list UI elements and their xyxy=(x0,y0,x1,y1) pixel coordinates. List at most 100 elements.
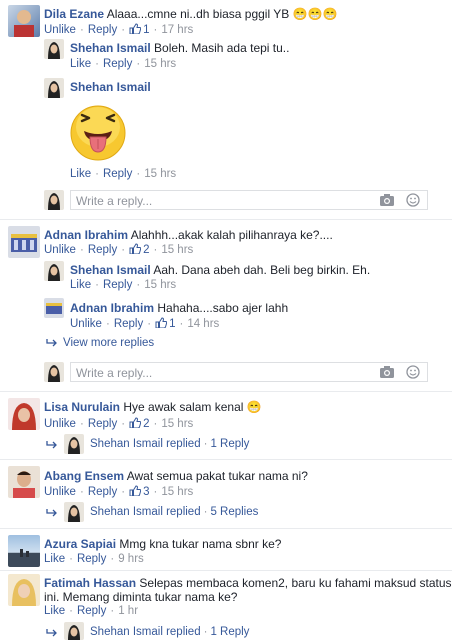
unlike-link[interactable]: Unlike xyxy=(44,418,76,430)
reply-arrow-icon xyxy=(46,509,57,517)
timestamp[interactable]: 15 hrs xyxy=(161,486,193,498)
timestamp[interactable]: 15 hrs xyxy=(161,244,193,256)
commenter-name[interactable]: Adnan Ibrahim xyxy=(44,228,128,242)
camera-icon[interactable] xyxy=(379,365,395,379)
comment-actions: Unlike · Reply · 2 · 15 hrs xyxy=(44,417,194,430)
unlike-link[interactable]: Unlike xyxy=(70,318,102,330)
avatar[interactable] xyxy=(8,466,40,498)
comment-text: Alaaa...cmne ni..dh biasa pggil YB 😁😁😁 xyxy=(106,7,338,21)
reply-body: Adnan Ibrahim Hahaha....sabo ajer lahh xyxy=(70,301,288,315)
reply-link[interactable]: Reply xyxy=(114,318,143,330)
like-link[interactable]: Like xyxy=(70,58,91,70)
reply-arrow-icon xyxy=(46,339,57,347)
unlike-link[interactable]: Unlike xyxy=(44,24,76,36)
reply-link[interactable]: Reply xyxy=(77,605,106,617)
avatar[interactable] xyxy=(44,78,64,98)
commenter-name[interactable]: Fatimah Hassan xyxy=(44,576,136,590)
comment-text: Alahhh...akak kalah pilihanraya ke?.... xyxy=(130,228,333,242)
like-thumb-icon[interactable] xyxy=(129,417,142,428)
commenter-name[interactable]: Lisa Nurulain xyxy=(44,400,120,414)
comment-text: Hye awak salam kenal 😁 xyxy=(123,400,262,414)
timestamp[interactable]: 14 hrs xyxy=(187,318,219,330)
reply-link[interactable]: Reply xyxy=(88,418,117,430)
like-link[interactable]: Like xyxy=(44,553,65,565)
avatar[interactable] xyxy=(8,535,40,567)
like-thumb-icon[interactable] xyxy=(129,23,142,34)
reply-input[interactable]: Write a reply... xyxy=(70,190,428,210)
reply-arrow-icon xyxy=(46,441,57,449)
avatar[interactable] xyxy=(8,226,40,258)
comment-body: Adnan Ibrahim Alahhh...akak kalah piliha… xyxy=(44,228,333,242)
avatar[interactable] xyxy=(8,5,40,37)
avatar[interactable] xyxy=(64,502,84,522)
commenter-name[interactable]: Azura Sapiai xyxy=(44,537,116,551)
timestamp[interactable]: 15 hrs xyxy=(144,168,176,180)
unlike-link[interactable]: Unlike xyxy=(44,486,76,498)
avatar[interactable] xyxy=(8,574,40,606)
reply-link[interactable]: Reply xyxy=(77,553,106,565)
reply-link[interactable]: Reply xyxy=(103,58,132,70)
emoji-icon[interactable] xyxy=(405,193,421,207)
like-thumb-icon[interactable] xyxy=(129,243,142,254)
timestamp[interactable]: 15 hrs xyxy=(144,58,176,70)
divider xyxy=(0,219,452,220)
commenter-name[interactable]: Adnan Ibrahim xyxy=(70,301,154,315)
comment-body: Fatimah Hassan Selepas membaca komen2, b… xyxy=(44,576,452,590)
comment-text-continued: ini. Memang diminta tukar nama ke? xyxy=(44,590,238,604)
comment-text: Aah. Dana abeh dah. Beli beg birkin. Eh. xyxy=(153,263,371,277)
unlike-link[interactable]: Unlike xyxy=(44,244,76,256)
reply-link[interactable]: Reply xyxy=(103,168,132,180)
replied-summary-link[interactable]: Shehan Ismail replied · 1 Reply xyxy=(90,438,249,450)
comment-actions: Like · Reply · 15 hrs xyxy=(70,168,177,180)
comment-body: Abang Ensem Awat semua pakat tukar nama … xyxy=(44,469,308,483)
commenter-name[interactable]: Shehan Ismail xyxy=(70,80,151,94)
commenter-name[interactable]: Abang Ensem xyxy=(44,469,124,483)
avatar[interactable] xyxy=(64,434,84,454)
comment-text: Hahaha....sabo ajer lahh xyxy=(157,301,289,315)
avatar xyxy=(44,362,64,382)
timestamp[interactable]: 15 hrs xyxy=(161,418,193,430)
comment-actions: Unlike · Reply · 1 · 17 hrs xyxy=(44,23,194,36)
replied-summary-link[interactable]: Shehan Ismail replied · 5 Replies xyxy=(90,506,258,518)
avatar xyxy=(44,190,64,210)
reply-link[interactable]: Reply xyxy=(103,279,132,291)
avatar[interactable] xyxy=(44,261,64,281)
comment-actions: Unlike · Reply · 3 · 15 hrs xyxy=(44,485,194,498)
reply-link[interactable]: Reply xyxy=(88,244,117,256)
divider xyxy=(0,570,452,571)
divider xyxy=(0,391,452,392)
tongue-face-sticker-icon xyxy=(70,97,126,166)
like-thumb-icon[interactable] xyxy=(155,317,168,328)
comment-actions: Like · Reply · 9 hrs xyxy=(44,553,144,565)
timestamp[interactable]: 9 hrs xyxy=(118,553,144,565)
commenter-name[interactable]: Shehan Ismail xyxy=(70,263,151,277)
reply-body: Shehan Ismail Aah. Dana abeh dah. Beli b… xyxy=(70,263,370,277)
view-more-replies-link[interactable]: View more replies xyxy=(63,337,154,349)
reply-arrow-icon xyxy=(46,629,57,637)
reply-link[interactable]: Reply xyxy=(88,486,117,498)
like-thumb-icon[interactable] xyxy=(129,485,142,496)
like-link[interactable]: Like xyxy=(70,279,91,291)
like-link[interactable]: Like xyxy=(44,605,65,617)
avatar[interactable] xyxy=(64,622,84,640)
reply-input[interactable]: Write a reply... xyxy=(70,362,428,382)
comment-actions: Like · Reply · 1 hr xyxy=(44,605,139,617)
comment-text: Boleh. Masih ada tepi tu.. xyxy=(154,41,290,55)
reply-link[interactable]: Reply xyxy=(88,24,117,36)
comment-actions: Like · Reply · 15 hrs xyxy=(70,279,177,291)
commenter-name[interactable]: Shehan Ismail xyxy=(70,41,151,55)
commenter-name[interactable]: Dila Ezane xyxy=(44,7,104,21)
emoji-icon[interactable] xyxy=(405,365,421,379)
comment-actions: Unlike · Reply · 1 · 14 hrs xyxy=(70,317,220,330)
like-link[interactable]: Like xyxy=(70,168,91,180)
timestamp[interactable]: 1 hr xyxy=(118,605,138,617)
comment-text: Selepas membaca komen2, baru ku fahami m… xyxy=(139,576,452,590)
timestamp[interactable]: 17 hrs xyxy=(161,24,193,36)
camera-icon[interactable] xyxy=(379,193,395,207)
avatar[interactable] xyxy=(44,39,64,59)
comment-body: Azura Sapiai Mmg kna tukar nama sbnr ke? xyxy=(44,537,281,551)
avatar[interactable] xyxy=(44,298,64,318)
timestamp[interactable]: 15 hrs xyxy=(144,279,176,291)
replied-summary-link[interactable]: Shehan Ismail replied · 1 Reply xyxy=(90,626,249,638)
avatar[interactable] xyxy=(8,398,40,430)
